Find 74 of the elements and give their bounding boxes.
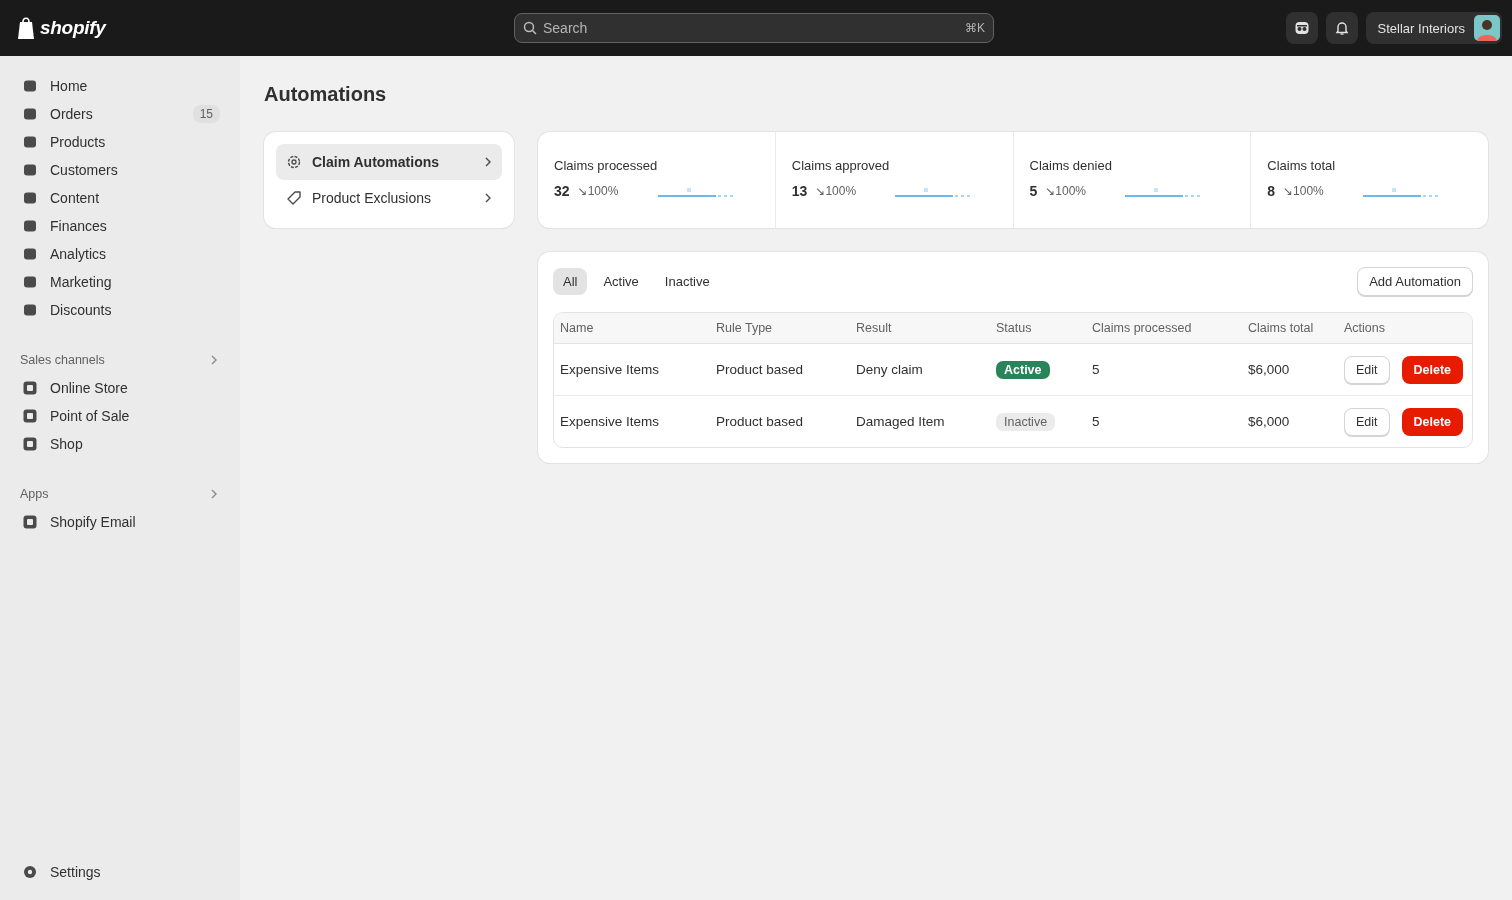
nav-item[interactable]: Point of Sale xyxy=(12,402,228,430)
status-badge: Active xyxy=(996,360,1050,379)
chevron-right-icon[interactable] xyxy=(210,355,218,365)
column-header: Claims total xyxy=(1248,321,1315,335)
table-cell-text: 5 xyxy=(1092,362,1101,377)
section-heading: Apps xyxy=(20,487,49,501)
filter-tab[interactable]: Active xyxy=(593,268,649,295)
gear-icon xyxy=(286,154,302,170)
search-icon xyxy=(523,21,537,35)
add-automation-button[interactable]: Add Automation xyxy=(1357,267,1473,296)
chevron-right-icon xyxy=(484,193,492,203)
bell-icon xyxy=(1333,20,1350,36)
nav-item[interactable]: Shop xyxy=(12,430,228,458)
page-title: Automations xyxy=(264,82,388,107)
stat-value: 5 xyxy=(1029,183,1038,199)
table-cell-text: Product based xyxy=(716,362,805,377)
stat-label: Claims processed xyxy=(554,158,659,173)
filter-tab[interactable]: Inactive xyxy=(654,268,720,295)
status-badge: Inactive xyxy=(996,412,1056,431)
table-cell-text: $6,000 xyxy=(1248,362,1291,377)
nav-item[interactable]: Customers xyxy=(12,156,228,184)
menu-item[interactable]: Product Exclusions xyxy=(276,180,502,216)
nav-item[interactable]: Analytics xyxy=(12,240,228,268)
settings-icon xyxy=(22,864,38,880)
delete-button[interactable]: Delete xyxy=(1401,355,1464,384)
robot-face-icon xyxy=(1293,20,1310,36)
edit-button[interactable]: Edit xyxy=(1344,407,1390,436)
shortcut-hint: ⌘K xyxy=(965,21,985,35)
column-header: Status xyxy=(996,321,1033,335)
stat-change: ↘100% xyxy=(815,184,858,198)
store-menu-button[interactable]: Stellar Interiors xyxy=(1365,12,1502,44)
nav-item[interactable]: Discounts xyxy=(12,296,228,324)
stat-label: Claims denied xyxy=(1029,158,1113,173)
stat-change: ↘100% xyxy=(1045,184,1088,198)
table-cell-text: Expensive Items xyxy=(560,414,661,429)
section-heading: Sales channels xyxy=(20,353,105,367)
avatar-icon xyxy=(1474,15,1500,41)
column-header: Actions xyxy=(1344,321,1386,335)
nav-item[interactable]: Home xyxy=(12,72,228,100)
nav-item[interactable]: Shopify Email xyxy=(12,508,228,536)
delete-button[interactable]: Delete xyxy=(1401,407,1464,436)
stat-value: 8 xyxy=(1267,183,1276,199)
assistant-button[interactable] xyxy=(1285,12,1318,44)
column-header: Result xyxy=(856,321,893,335)
table-cell-text: Damaged Item xyxy=(856,414,946,429)
edit-button[interactable]: Edit xyxy=(1344,355,1390,384)
stat-label: Claims approved xyxy=(791,158,891,173)
table-cell-text: Product based xyxy=(716,414,805,429)
notifications-button[interactable] xyxy=(1325,12,1358,44)
nav-item[interactable]: Products xyxy=(12,128,228,156)
column-header: Rule Type xyxy=(716,321,774,335)
nav-item[interactable]: Orders 15 xyxy=(12,100,228,128)
nav-item[interactable]: Content xyxy=(12,184,228,212)
table-cell-text: $6,000 xyxy=(1248,414,1291,429)
table-cell-text: Expensive Items xyxy=(560,362,661,377)
filter-tab[interactable]: All xyxy=(553,268,588,295)
nav-item[interactable]: Online Store xyxy=(12,374,228,402)
table-cell-text: 5 xyxy=(1092,414,1101,429)
stat-value: 32 xyxy=(554,183,570,199)
nav-item[interactable]: Marketing xyxy=(12,268,228,296)
stat-change: ↘100% xyxy=(1283,184,1325,198)
chevron-right-icon[interactable] xyxy=(210,489,218,499)
count-badge: 15 xyxy=(192,105,220,123)
column-header: Claims processed xyxy=(1092,321,1193,335)
settings-nav-item[interactable]: Settings xyxy=(12,858,228,886)
column-header: Name xyxy=(560,321,595,335)
chevron-right-icon xyxy=(484,157,492,167)
stat-label: Claims total xyxy=(1267,158,1337,173)
stat-change: ↘100% xyxy=(577,184,620,198)
table-cell-text: Deny claim xyxy=(856,362,924,377)
stat-value: 13 xyxy=(791,183,808,199)
menu-item[interactable]: Claim Automations xyxy=(276,144,502,180)
logo-text: shopify xyxy=(40,17,106,39)
nav-item[interactable]: Finances xyxy=(12,212,228,240)
